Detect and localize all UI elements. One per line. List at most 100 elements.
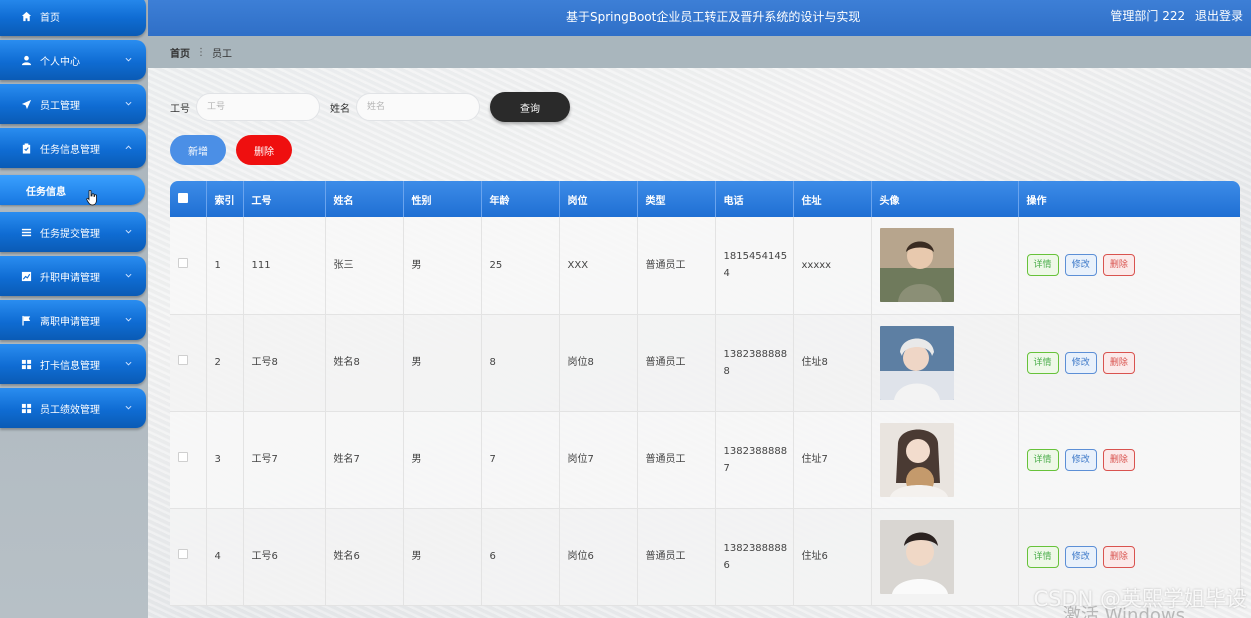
- sidebar-item-home[interactable]: 首页: [0, 0, 146, 36]
- cell-post: 岗位7: [559, 411, 638, 509]
- edit-button[interactable]: 修改: [1064, 448, 1097, 471]
- logout-link[interactable]: 退出登录: [1195, 9, 1243, 23]
- user-role-label: 管理部门 222: [1110, 9, 1186, 23]
- cell-gender: 男: [403, 411, 482, 509]
- query-button[interactable]: 查询: [490, 92, 570, 122]
- chevron-down-icon: [125, 229, 132, 234]
- avatar-photo-icon[interactable]: [879, 422, 954, 497]
- name-label: 姓名: [330, 103, 350, 115]
- name-input[interactable]: [356, 93, 480, 121]
- cell-name: 姓名8: [325, 314, 404, 412]
- edit-button[interactable]: 修改: [1064, 254, 1097, 277]
- column-header: 性别: [403, 181, 482, 217]
- grid-icon: [20, 358, 32, 370]
- cell-type: 普通员工: [637, 314, 716, 412]
- sidebar-item-label: 员工管理: [40, 100, 80, 112]
- cell-id: 111: [243, 217, 326, 315]
- column-header: 电话: [715, 181, 794, 217]
- add-button[interactable]: 新增: [170, 135, 226, 165]
- cell-post: XXX: [559, 217, 638, 315]
- detail-button[interactable]: 详情: [1026, 545, 1059, 568]
- sidebar-item-label: 首页: [40, 12, 60, 24]
- cell-index: 1: [206, 217, 244, 315]
- cell-age: 7: [481, 411, 560, 509]
- edit-button[interactable]: 修改: [1064, 545, 1097, 568]
- top-header: 基于SpringBoot企业员工转正及晋升系统的设计与实现 管理部门 222 退…: [148, 0, 1251, 36]
- cell-ops: 详情 修改 删除: [1018, 411, 1241, 509]
- chevron-down-icon: [125, 405, 132, 410]
- sidebar-item-label: 升职申请管理: [40, 272, 100, 284]
- sidebar-item-task-info[interactable]: 任务信息管理: [0, 128, 146, 168]
- table-row: 3 工号7 姓名7 男 7 岗位7 普通员工 13823888887 住址7 详…: [170, 411, 1241, 509]
- cell-name: 张三: [325, 217, 404, 315]
- cell-gender: 男: [403, 508, 482, 606]
- table-row: 1 111 张三 男 25 XXX 普通员工 18154541454 xxxxx: [170, 217, 1241, 315]
- delete-row-button[interactable]: 删除: [1102, 448, 1135, 471]
- user-area: 管理部门 222 退出登录: [1104, 7, 1243, 24]
- sidebar-item-label: 离职申请管理: [40, 316, 100, 328]
- batch-delete-button[interactable]: 删除: [236, 135, 292, 165]
- detail-button[interactable]: 详情: [1026, 254, 1059, 277]
- cell-address: 住址6: [793, 508, 872, 606]
- chevron-down-icon: [125, 57, 132, 62]
- csdn-watermark: CSDN @英熙学姐毕设: [1033, 587, 1247, 611]
- cell-index: 4: [206, 508, 244, 606]
- chevron-down-icon: [125, 273, 132, 278]
- system-title: 基于SpringBoot企业员工转正及晋升系统的设计与实现: [566, 10, 861, 24]
- row-checkbox[interactable]: [178, 355, 188, 365]
- cell-address: 住址7: [793, 411, 872, 509]
- sidebar-item-performance[interactable]: 员工绩效管理: [0, 388, 146, 428]
- cell-phone: 13823888887: [715, 411, 794, 509]
- breadcrumb: 首页 ⋮ 员工: [148, 36, 1251, 68]
- delete-row-button[interactable]: 删除: [1102, 254, 1135, 277]
- hand-cursor-icon: [86, 190, 97, 206]
- sidebar-item-resign[interactable]: 离职申请管理: [0, 300, 146, 340]
- row-checkbox[interactable]: [178, 452, 188, 462]
- cell-avatar: [871, 508, 1019, 606]
- sidebar-item-label: 任务信息管理: [40, 144, 100, 156]
- cell-post: 岗位6: [559, 508, 638, 606]
- cell-address: 住址8: [793, 314, 872, 412]
- grid-icon: [20, 402, 32, 414]
- breadcrumb-home[interactable]: 首页: [170, 45, 190, 60]
- sidebar-item-promotion[interactable]: 升职申请管理: [0, 256, 146, 296]
- row-checkbox[interactable]: [178, 257, 188, 268]
- cell-id: 工号6: [243, 508, 326, 606]
- search-bar: 工号 姓名 查询: [170, 92, 570, 122]
- table-header-row: 索引 工号 姓名 性别 年龄 岗位 类型 电话 住址 头像 操作: [170, 181, 1240, 217]
- column-header: 姓名: [325, 181, 404, 217]
- employee-table: 索引 工号 姓名 性别 年龄 岗位 类型 电话 住址 头像 操作 1 111 张…: [170, 181, 1241, 606]
- cell-id: 工号7: [243, 411, 326, 509]
- cell-type: 普通员工: [637, 508, 716, 606]
- avatar-photo-icon[interactable]: [879, 325, 954, 400]
- main-content: 工号 姓名 查询 新增 删除 索引 工号 姓名 性别 年龄 岗位 类型 电话 住…: [148, 68, 1251, 618]
- edit-button[interactable]: 修改: [1064, 351, 1097, 374]
- cell-post: 岗位8: [559, 314, 638, 412]
- chevron-down-icon: [125, 317, 132, 322]
- row-checkbox[interactable]: [178, 549, 188, 559]
- cell-phone: 13823888888: [715, 314, 794, 412]
- cell-avatar: [871, 411, 1019, 509]
- avatar-photo-icon[interactable]: [879, 228, 954, 303]
- sidebar-item-label: 任务提交管理: [40, 228, 100, 240]
- detail-button[interactable]: 详情: [1026, 351, 1059, 374]
- chevron-down-icon: [125, 101, 132, 106]
- cell-name: 姓名6: [325, 508, 404, 606]
- sidebar-subitem-label: 任务信息: [26, 186, 66, 198]
- delete-row-button[interactable]: 删除: [1102, 351, 1135, 374]
- detail-button[interactable]: 详情: [1026, 448, 1059, 471]
- employee-id-input[interactable]: [196, 93, 320, 121]
- delete-row-button[interactable]: 删除: [1102, 545, 1135, 568]
- breadcrumb-current: 员工: [212, 48, 232, 60]
- sidebar-item-staff[interactable]: 员工管理: [0, 84, 146, 124]
- clipboard-icon: [20, 142, 32, 154]
- avatar-photo-icon[interactable]: [879, 519, 954, 594]
- cell-age: 25: [481, 217, 560, 315]
- select-all-checkbox[interactable]: [178, 192, 188, 203]
- sidebar-item-checkin[interactable]: 打卡信息管理: [0, 344, 146, 384]
- send-icon: [20, 98, 32, 110]
- breadcrumb-separator-icon: ⋮: [196, 46, 206, 58]
- sidebar-subitem-task-info[interactable]: 任务信息: [0, 175, 145, 205]
- sidebar-item-personal[interactable]: 个人中心: [0, 40, 146, 80]
- sidebar-item-task-submit[interactable]: 任务提交管理: [0, 212, 146, 252]
